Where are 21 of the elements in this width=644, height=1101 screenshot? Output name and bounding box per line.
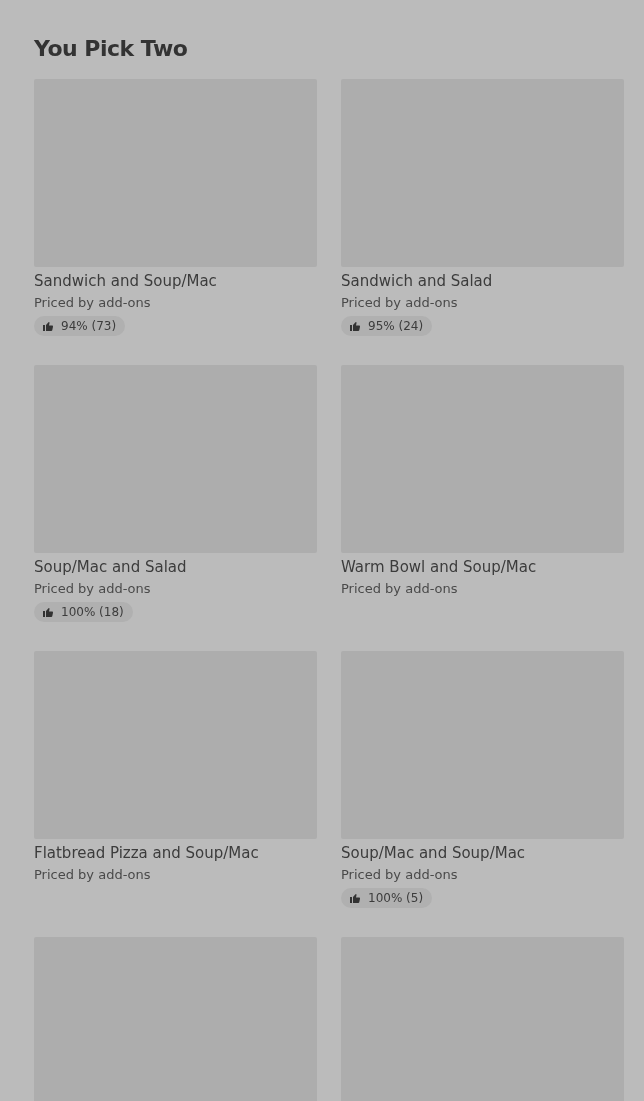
item-name[interactable]: Soup/Mac and Soup/Mac: [341, 844, 624, 862]
rating-text: 100% (5): [368, 891, 424, 905]
thumbs-up-icon: [42, 320, 54, 332]
rating-text: 94% (73): [61, 319, 117, 333]
item-price: Priced by add-ons: [34, 295, 152, 310]
item-name[interactable]: Soup/Mac and Salad: [34, 558, 317, 576]
rating-text: 95% (24): [368, 319, 424, 333]
item-price: Priced by add-ons: [34, 581, 152, 596]
thumbs-up-icon: [42, 606, 54, 618]
item-price: Priced by add-ons: [341, 581, 459, 596]
item-price: Priced by add-ons: [341, 867, 459, 882]
item-name[interactable]: Sandwich and Soup/Mac: [34, 272, 317, 290]
item-name[interactable]: Flatbread Pizza and Soup/Mac: [34, 844, 317, 862]
item-price: Priced by add-ons: [34, 867, 152, 882]
rating-text: 100% (18): [61, 605, 124, 619]
section-title: You Pick Two: [34, 36, 189, 61]
item-name[interactable]: Sandwich and Salad: [341, 272, 624, 290]
thumbs-up-icon: [349, 892, 361, 904]
item-name[interactable]: Warm Bowl and Soup/Mac: [341, 558, 624, 576]
item-price: Priced by add-ons: [341, 295, 459, 310]
thumbs-up-icon: [349, 320, 361, 332]
